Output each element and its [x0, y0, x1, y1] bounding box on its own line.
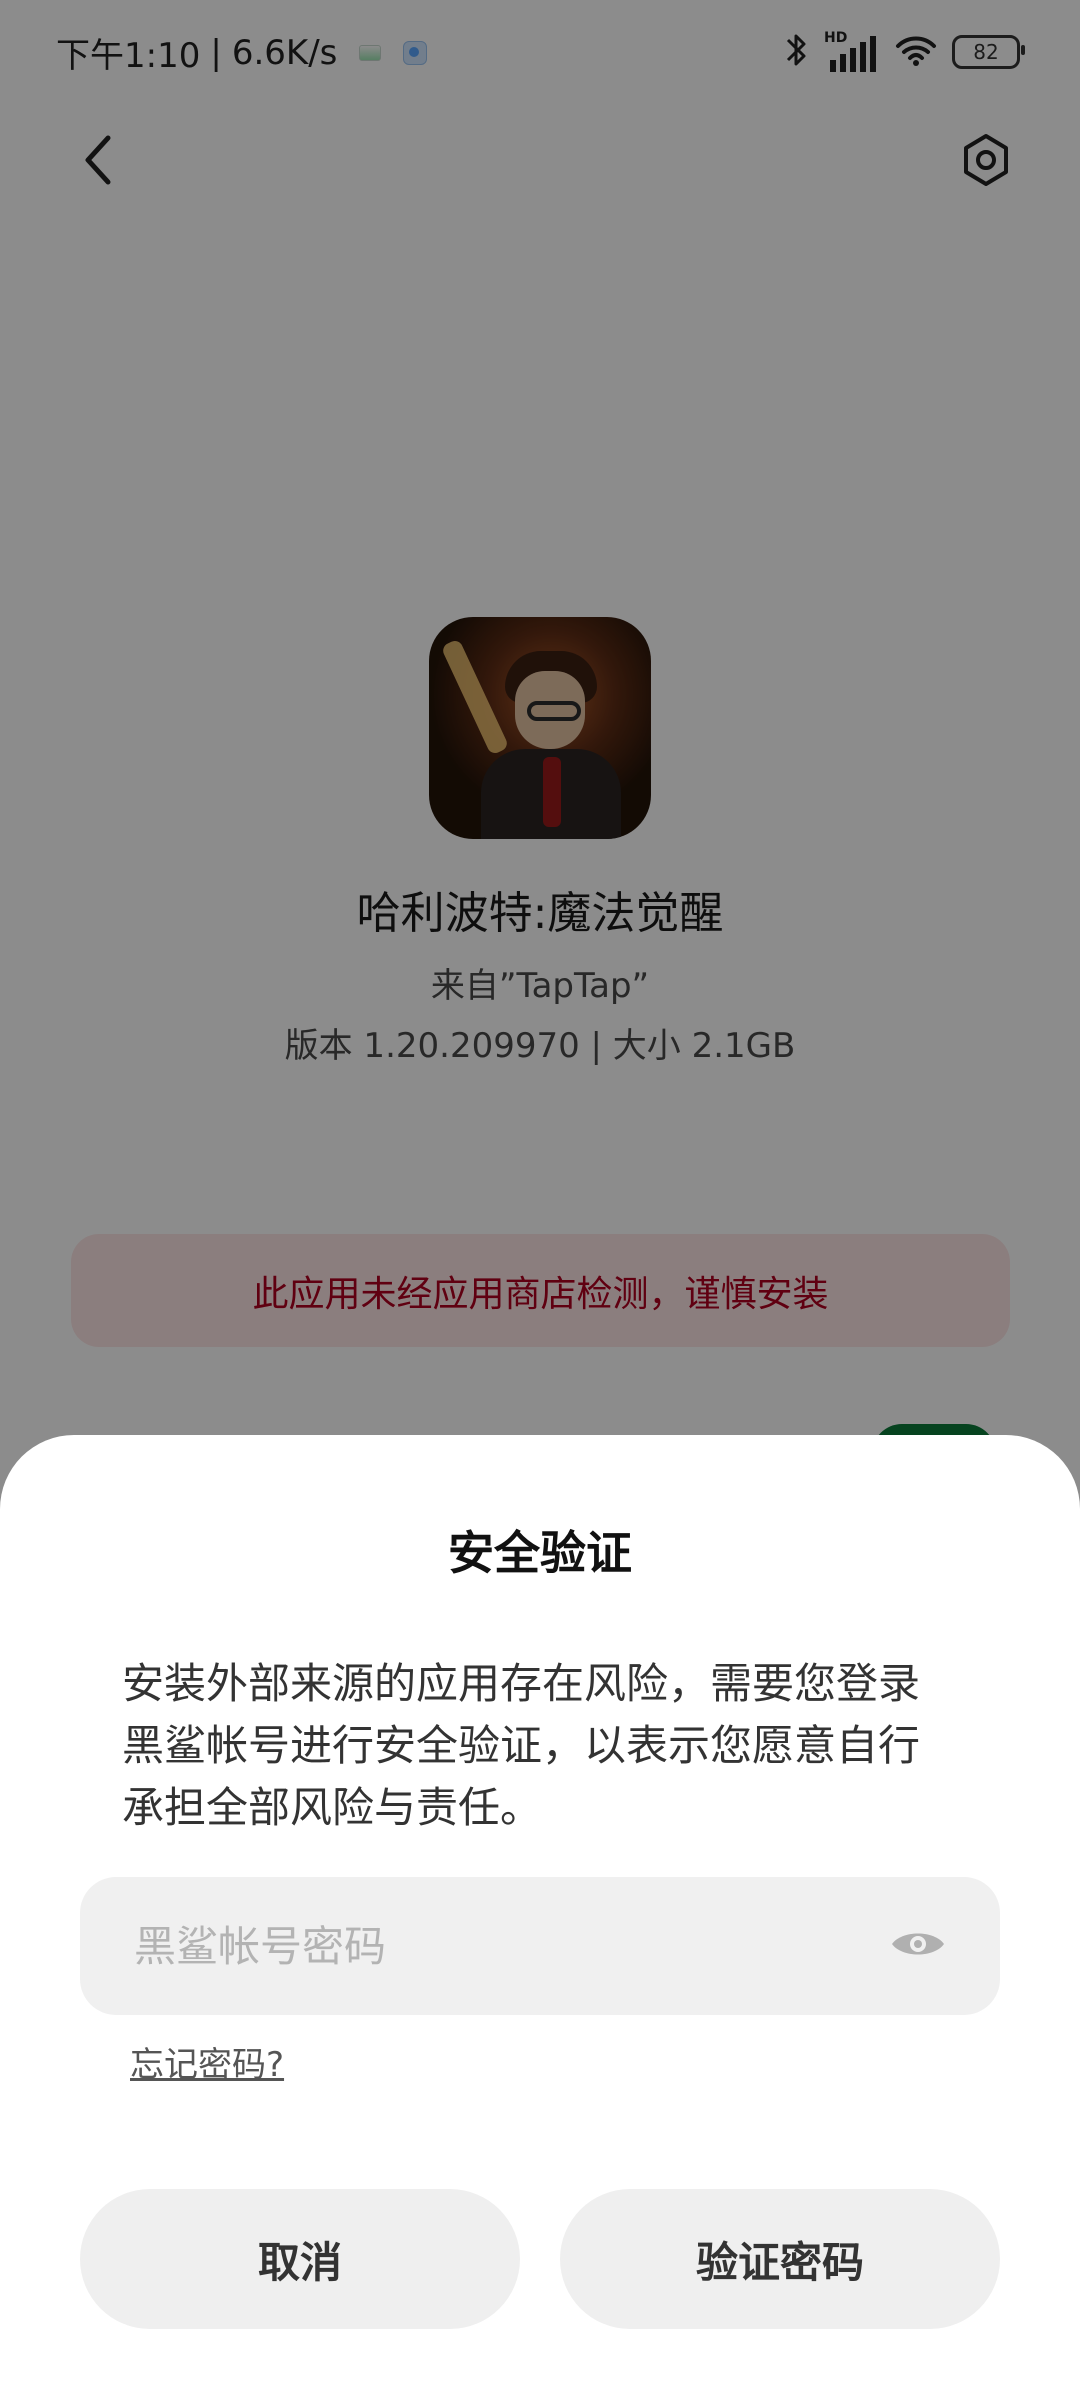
show-password-button[interactable]: [886, 1921, 950, 1971]
cancel-button[interactable]: 取消: [80, 2189, 520, 2329]
verify-password-button[interactable]: 验证密码: [560, 2189, 1000, 2329]
sheet-title: 安全验证: [448, 1526, 632, 1580]
security-verification-sheet: 安全验证 安装外部来源的应用存在风险，需要您登录黑鲨帐号进行安全验证，以表示您愿…: [0, 1435, 1080, 2400]
verify-password-button-label: 验证密码: [695, 2237, 864, 2287]
sheet-description: 安装外部来源的应用存在风险，需要您登录黑鲨帐号进行安全验证，以表示您愿意自行承担…: [122, 1659, 921, 1832]
forgot-password-link[interactable]: 忘记密码?: [130, 2037, 284, 2086]
password-input[interactable]: [132, 1920, 896, 1972]
eye-icon: [888, 1924, 948, 1968]
cancel-button-label: 取消: [257, 2237, 342, 2287]
password-field[interactable]: [80, 1877, 1000, 2015]
install-screen: 下午1:10 | 6.6K/s HD 82 哈利波特:魔法觉醒 来自”TapTa…: [0, 0, 1080, 2400]
